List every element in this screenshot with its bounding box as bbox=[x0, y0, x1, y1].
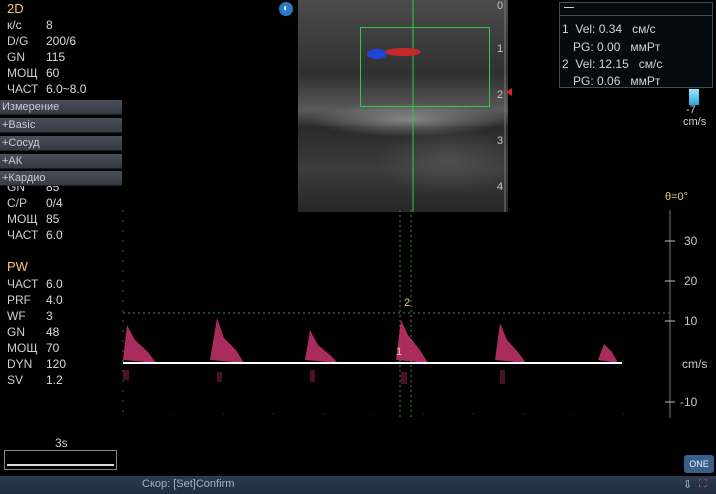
divider bbox=[560, 15, 712, 16]
color-bar-min: -7 bbox=[686, 104, 696, 116]
depth-label: 4 bbox=[497, 181, 504, 193]
doppler-waveforms bbox=[123, 318, 618, 363]
param-value: 8 bbox=[46, 18, 53, 32]
focus-marker-icon bbox=[506, 88, 512, 96]
param-name: МОЩ bbox=[7, 66, 38, 80]
param-value: 6.0~8.0 bbox=[46, 82, 87, 96]
param-value: 60 bbox=[46, 66, 60, 80]
menu-item-basic[interactable]: +Basic bbox=[0, 118, 122, 133]
spectrum-tick: 30 bbox=[684, 234, 698, 248]
menu-item-measurement[interactable]: Измерение bbox=[0, 100, 122, 115]
spectrum-tick: -10 bbox=[680, 395, 698, 409]
param-value: 115 bbox=[46, 50, 66, 64]
menu-item-cardio[interactable]: +Кардио bbox=[0, 171, 122, 186]
param-name: GN bbox=[7, 50, 25, 64]
probe-orientation-icon: ◐ bbox=[279, 2, 293, 16]
spectrum-tick: 10 bbox=[684, 314, 698, 328]
time-scale-bar bbox=[4, 450, 117, 470]
measurement-2-pg: PG: 0.06 ммРт bbox=[573, 74, 661, 88]
marker-1-label: 1 bbox=[396, 346, 403, 358]
depth-label: 1 bbox=[497, 43, 504, 55]
measurement-1-vel: 1 Vel: 0.34 см/с bbox=[562, 22, 656, 36]
network-icon: ⛶ bbox=[699, 478, 707, 490]
depth-label: 2 bbox=[497, 89, 504, 101]
param-name: к/с bbox=[7, 18, 22, 32]
depth-label: 0 bbox=[497, 0, 504, 12]
menu-item-ak[interactable]: +АК bbox=[0, 154, 122, 169]
status-bar: Скор: [Set]Confirm ⇩ ⛶ bbox=[0, 476, 716, 494]
spectrum-tick: 20 bbox=[684, 274, 698, 288]
depth-label: 3 bbox=[497, 135, 504, 147]
bmode-overlay bbox=[367, 0, 512, 212]
menu-item-vessel[interactable]: +Сосуд bbox=[0, 136, 122, 151]
spectral-trace[interactable] bbox=[0, 200, 716, 440]
doppler-mirror bbox=[123, 370, 505, 384]
results-minimize-icon[interactable] bbox=[564, 7, 574, 8]
param-value: 200/6 bbox=[46, 34, 77, 48]
param-name: D/G bbox=[7, 34, 29, 48]
color-flow-blue bbox=[367, 49, 387, 59]
spectrum-unit: cm/s bbox=[682, 357, 708, 371]
measurement-1-pg: PG: 0.00 ммРт bbox=[573, 40, 661, 54]
color-flow-red bbox=[385, 48, 421, 56]
color-bar-unit: cm/s bbox=[683, 116, 707, 128]
measurement-results: 1 Vel: 0.34 см/с PG: 0.00 ммРт 2 Vel: 12… bbox=[559, 2, 713, 88]
param-name: ЧАСТ bbox=[7, 82, 39, 96]
brand-logo: ONE bbox=[684, 455, 714, 473]
mode-2d-title: 2D bbox=[7, 1, 24, 16]
status-text: Скор: [Set]Confirm bbox=[142, 478, 235, 490]
marker-2-label: 2 bbox=[404, 297, 411, 309]
color-velocity-bar bbox=[689, 89, 699, 105]
time-scale-label: 3s bbox=[55, 436, 68, 450]
measurement-2-vel: 2 Vel: 12.15 см/с bbox=[562, 57, 663, 71]
usb-icon: ⇩ bbox=[683, 479, 693, 491]
